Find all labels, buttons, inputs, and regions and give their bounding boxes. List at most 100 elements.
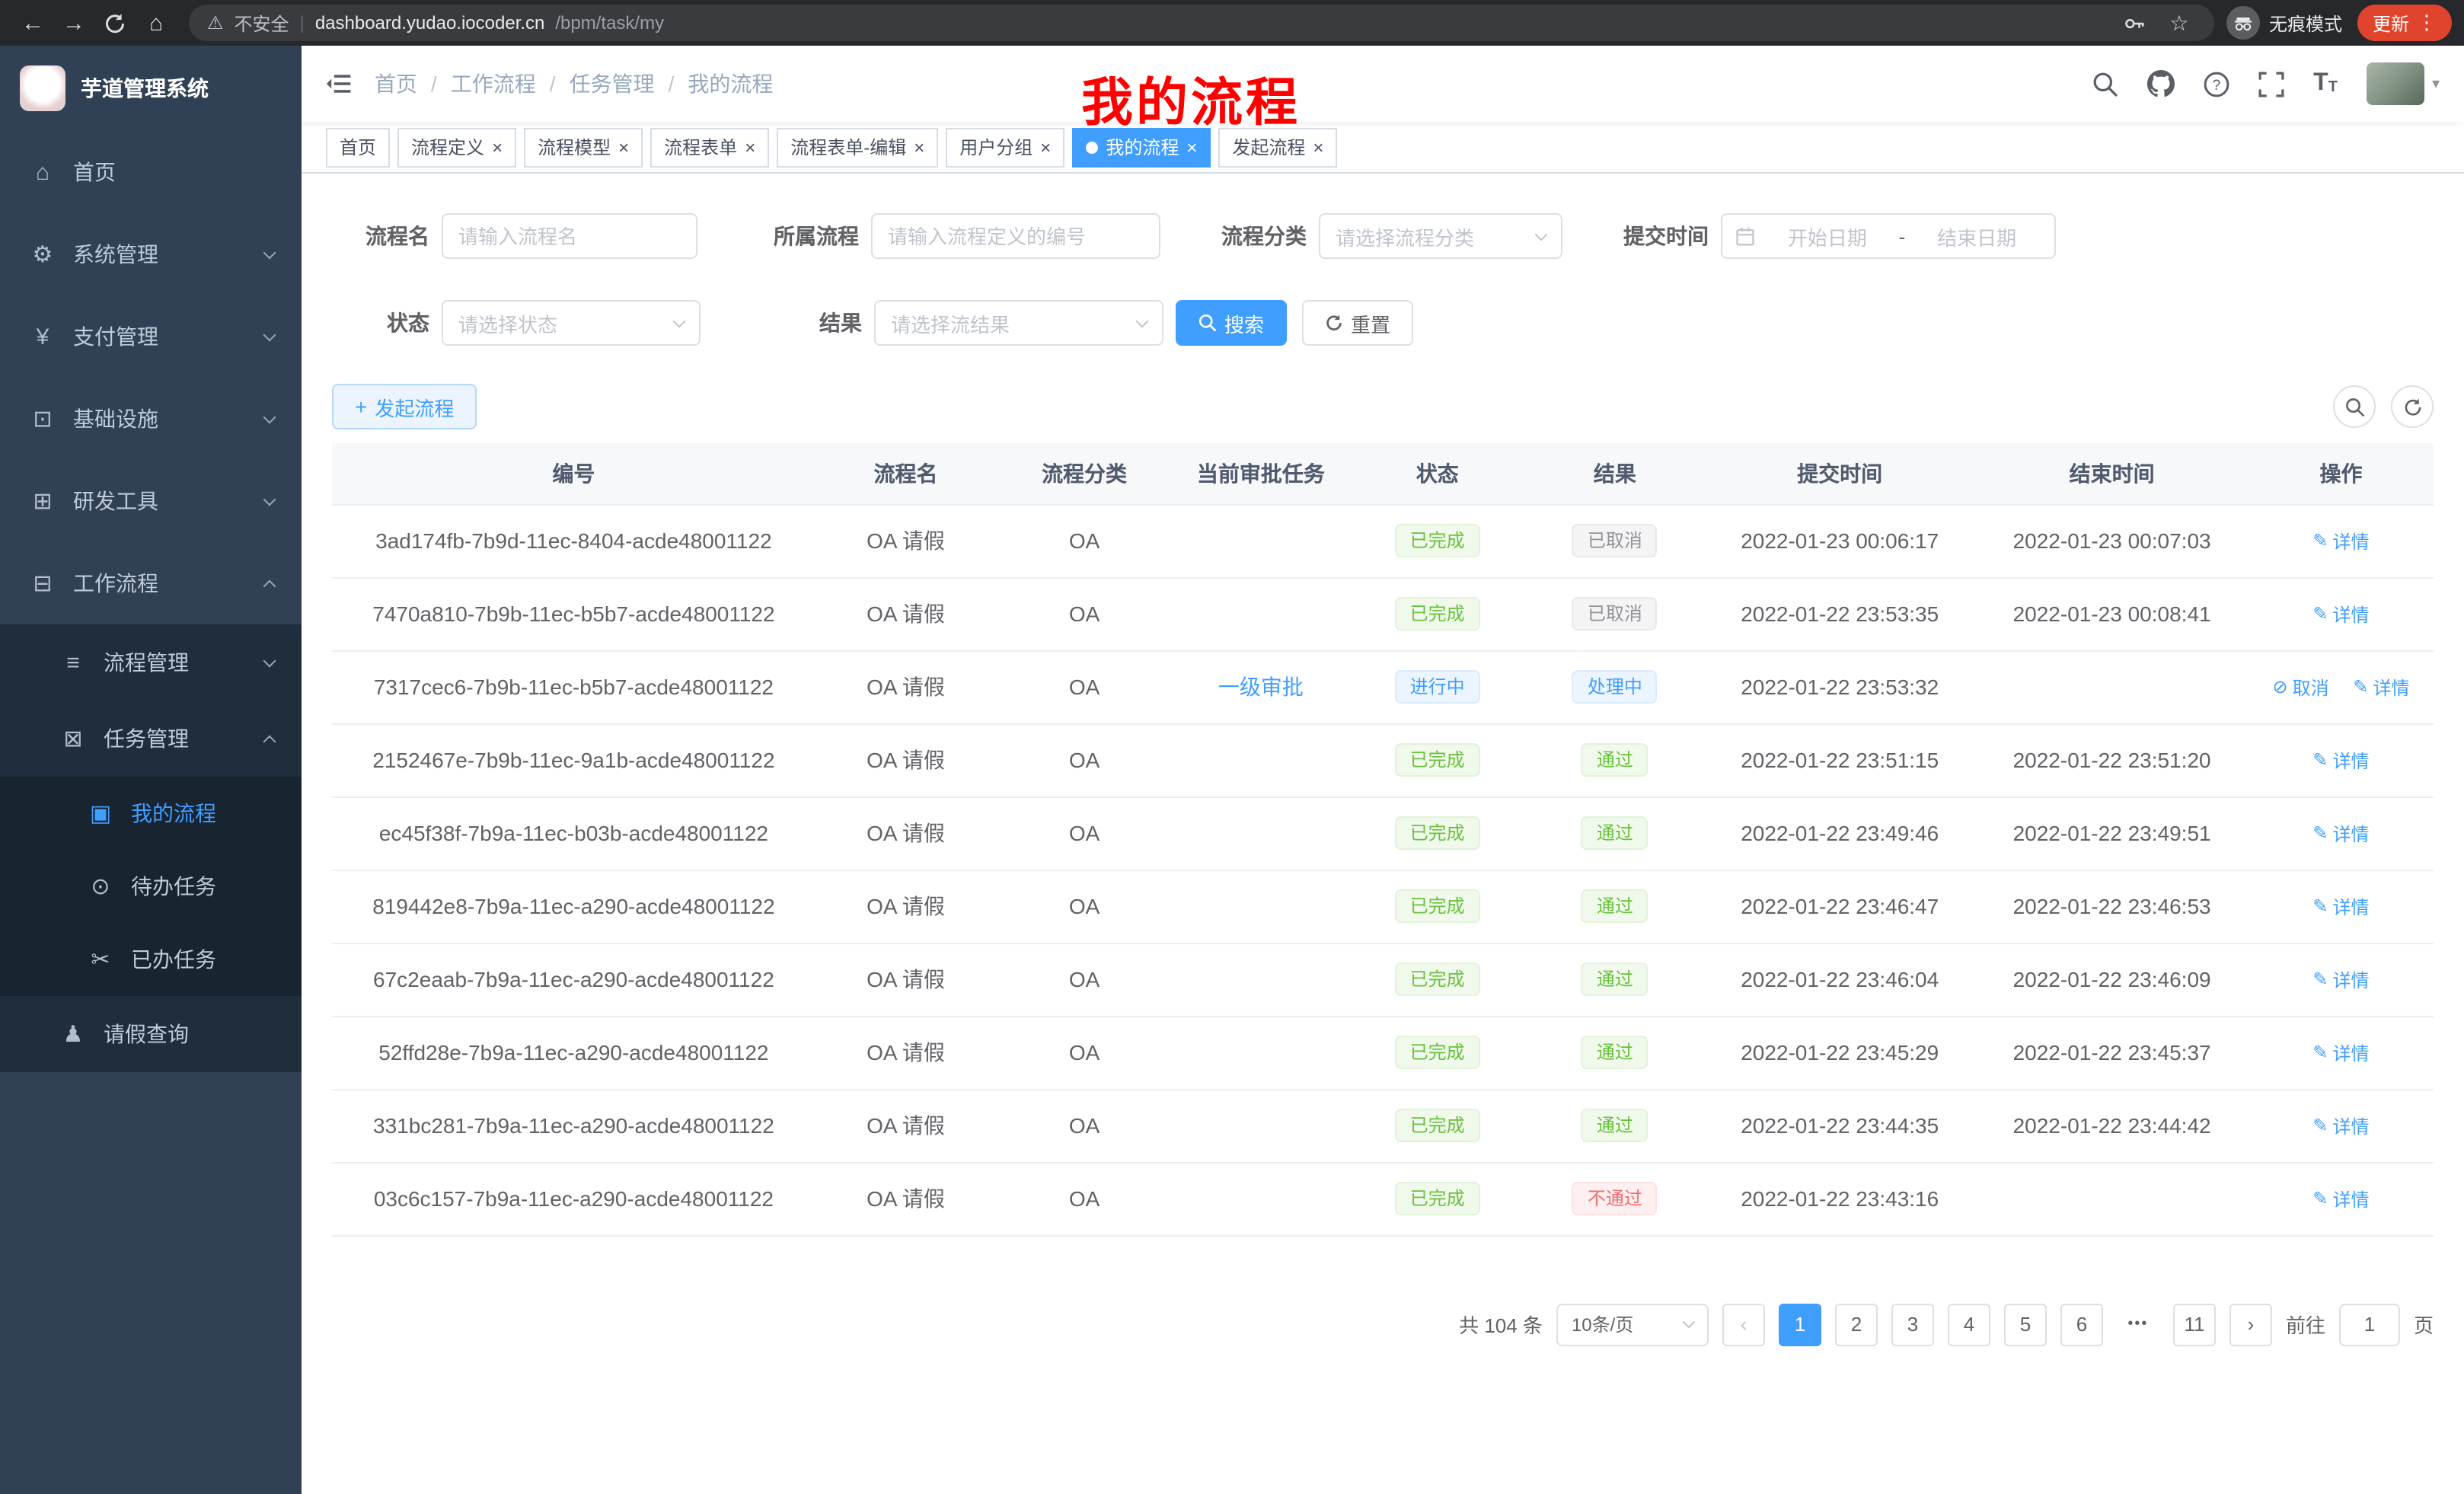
submit-time-range-picker[interactable]: 开始日期 - 结束日期 — [1721, 213, 2056, 259]
detail-link[interactable]: ✎详情 — [2312, 967, 2369, 993]
cell-submit-time: 2022-01-22 23:51:15 — [1704, 723, 1975, 796]
detail-link[interactable]: ✎详情 — [2312, 528, 2369, 554]
tab-initiate-process[interactable]: 发起流程 × — [1218, 127, 1337, 167]
user-avatar-menu[interactable]: ▾ — [2367, 62, 2440, 105]
close-icon[interactable]: × — [1040, 138, 1051, 156]
page-button-6[interactable]: 6 — [2060, 1303, 2103, 1346]
tab-process-model[interactable]: 流程模型 × — [524, 127, 643, 167]
sidebar-item-done-tasks[interactable]: ✂ 已办任务 — [0, 923, 302, 996]
address-bar[interactable]: ⚠ 不安全 | dashboard.yudao.iocoder.cn/bpm/t… — [189, 5, 2214, 41]
bookmark-star-icon[interactable]: ☆ — [2162, 10, 2196, 36]
sidebar-logo[interactable]: 芋道管理系统 — [0, 46, 302, 131]
process-definition-input[interactable] — [871, 213, 1160, 259]
status-select[interactable]: 请选择状态 — [442, 300, 701, 346]
sidebar-item-my-process[interactable]: ▣ 我的流程 — [0, 777, 302, 850]
github-icon[interactable] — [2147, 70, 2175, 97]
detail-link[interactable]: ✎详情 — [2312, 821, 2369, 847]
next-page-button[interactable]: › — [2229, 1303, 2272, 1346]
breadcrumb-item-task-management[interactable]: 任务管理 — [570, 69, 655, 99]
cell-end-time: 2022-01-23 00:07:03 — [1975, 504, 2249, 577]
sidebar-item-payment[interactable]: ¥ 支付管理 — [0, 295, 302, 378]
sidebar-item-process-management[interactable]: ≡ 流程管理 — [0, 624, 302, 701]
close-icon[interactable]: × — [745, 138, 755, 156]
page-size-select[interactable]: 10条/页 — [1556, 1303, 1709, 1346]
breadcrumb-item-home[interactable]: 首页 — [375, 69, 417, 99]
result-select[interactable]: 请选择流结果 — [874, 300, 1163, 346]
close-icon[interactable]: × — [1186, 138, 1197, 156]
page-button-3[interactable]: 3 — [1891, 1303, 1934, 1346]
prev-page-button[interactable]: ‹ — [1722, 1303, 1765, 1346]
close-icon[interactable]: × — [492, 138, 503, 156]
home-icon[interactable]: ⌂ — [136, 5, 177, 41]
page-button-2[interactable]: 2 — [1835, 1303, 1878, 1346]
col-result: 结果 — [1526, 443, 1705, 504]
sidebar-item-dev-tools[interactable]: ⊞ 研发工具 — [0, 460, 302, 542]
search-button[interactable]: 搜索 — [1176, 300, 1287, 346]
goto-page-input[interactable] — [2339, 1303, 2400, 1346]
close-icon[interactable]: × — [914, 138, 924, 156]
cell-end-time — [1975, 1162, 2249, 1235]
detail-link[interactable]: ✎详情 — [2312, 1040, 2369, 1066]
sidebar-item-home[interactable]: ⌂ 首页 — [0, 131, 302, 213]
reset-button[interactable]: 重置 — [1302, 300, 1413, 346]
sidebar-item-pending-tasks[interactable]: ⊙ 待办任务 — [0, 850, 302, 923]
close-icon[interactable]: × — [618, 138, 629, 156]
forward-icon[interactable]: → — [53, 5, 94, 41]
yen-icon: ¥ — [27, 324, 58, 350]
filter-process-category: 流程分类 请选择流程分类 — [1191, 213, 1562, 259]
browser-menu-dots-icon[interactable]: ⋮ — [2417, 11, 2437, 35]
svg-text:?: ? — [2213, 77, 2221, 93]
process-category-select[interactable]: 请选择流程分类 — [1319, 213, 1562, 259]
current-task-link[interactable]: 一级审批 — [1218, 675, 1304, 699]
initiate-process-button[interactable]: + 发起流程 — [332, 384, 477, 429]
sidebar-item-infrastructure[interactable]: ⊡ 基础设施 — [0, 378, 302, 460]
start-date-placeholder[interactable]: 开始日期 — [1762, 222, 1893, 251]
more-pages-icon[interactable]: ••• — [2117, 1303, 2159, 1346]
sidebar-item-system[interactable]: ⚙ 系统管理 — [0, 213, 302, 295]
page-button-4[interactable]: 4 — [1948, 1303, 1990, 1346]
browser-update-button[interactable]: 更新 ⋮ — [2357, 5, 2452, 41]
help-icon[interactable]: ? — [2204, 71, 2229, 97]
detail-link[interactable]: ✎详情 — [2353, 675, 2409, 701]
show-search-toggle-icon[interactable] — [2333, 385, 2376, 428]
cancel-icon: ⊘ — [2272, 677, 2287, 698]
breadcrumb-item-workflow[interactable]: 工作流程 — [451, 69, 536, 99]
tab-user-group[interactable]: 用户分组 × — [946, 127, 1064, 167]
cell-end-time: 2022-01-22 23:45:37 — [1975, 1016, 2249, 1089]
detail-link[interactable]: ✎详情 — [2312, 602, 2369, 627]
detail-link[interactable]: ✎详情 — [2312, 1186, 2369, 1212]
tab-home[interactable]: 首页 — [326, 127, 390, 167]
cancel-link[interactable]: ⊘取消 — [2272, 675, 2328, 701]
sidebar-item-task-management[interactable]: ⊠ 任务管理 — [0, 701, 302, 777]
tab-process-form[interactable]: 流程表单 × — [650, 127, 769, 167]
tab-process-form-edit[interactable]: 流程表单-编辑 × — [777, 127, 938, 167]
search-icon[interactable] — [2092, 71, 2118, 97]
password-key-icon[interactable] — [2118, 11, 2152, 34]
tab-process-definition[interactable]: 流程定义 × — [397, 127, 516, 167]
detail-link[interactable]: ✎详情 — [2312, 894, 2369, 920]
detail-link[interactable]: ✎详情 — [2312, 1113, 2369, 1139]
sidebar-item-leave-query[interactable]: ♟ 请假查询 — [0, 996, 302, 1072]
reload-icon — [104, 11, 126, 34]
sidebar-item-label: 我的流程 — [131, 798, 216, 828]
page-button-5[interactable]: 5 — [2004, 1303, 2047, 1346]
incognito-profile-badge[interactable]: 无痕模式 — [2226, 6, 2342, 40]
font-size-icon[interactable]: TT — [2313, 72, 2338, 96]
detail-link[interactable]: ✎详情 — [2312, 748, 2369, 774]
page-button-11[interactable]: 11 — [2173, 1303, 2216, 1346]
page-button-1[interactable]: 1 — [1779, 1303, 1821, 1346]
close-icon[interactable]: × — [1313, 138, 1323, 156]
back-icon[interactable]: ← — [12, 5, 53, 41]
sidebar-item-label: 研发工具 — [73, 486, 158, 516]
sidebar-item-workflow[interactable]: ⊟ 工作流程 — [0, 542, 302, 624]
sidebar-toggle-icon[interactable] — [326, 70, 353, 97]
tab-my-process-active[interactable]: 我的流程 × — [1072, 127, 1211, 167]
process-name-input[interactable] — [442, 213, 697, 259]
end-date-placeholder[interactable]: 结束日期 — [1911, 222, 2042, 251]
refresh-table-icon[interactable] — [2391, 385, 2434, 428]
table-row: 331bc281-7b9a-11ec-a290-acde48001122 OA … — [332, 1089, 2434, 1162]
fullscreen-icon[interactable] — [2258, 71, 2284, 97]
reload-icon[interactable] — [94, 5, 136, 41]
edit-icon: ✎ — [2312, 531, 2328, 552]
col-current-task: 当前审批任务 — [1173, 443, 1349, 504]
